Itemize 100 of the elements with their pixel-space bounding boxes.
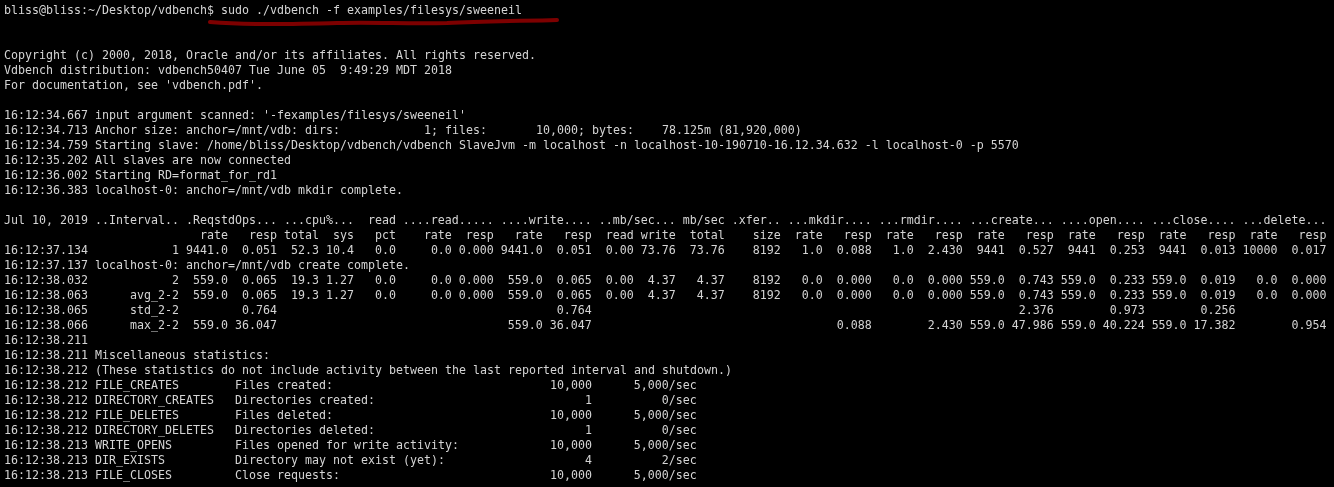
table-cell: 559.0 <box>1060 318 1096 333</box>
table-cell: 0.065 <box>241 273 277 288</box>
column-header: rate <box>794 228 823 243</box>
table-cell: 559.0 <box>507 318 543 333</box>
table-cell: 0.0 <box>430 273 452 288</box>
table-cell: 2.430 <box>927 318 963 333</box>
table-cell: 0.00 <box>605 273 634 288</box>
table-cell: 0.088 <box>836 318 872 333</box>
column-header: ...create... <box>969 213 1054 228</box>
column-header: rate <box>1067 228 1096 243</box>
column-header: read <box>367 213 396 228</box>
table-cell: 17.382 <box>1193 318 1236 333</box>
table-cell: 4.37 <box>696 288 725 303</box>
column-header: ..mb/sec... <box>598 213 676 228</box>
terminal-line: 16:12:36.383 localhost-0: anchor=/mnt/vdb mkdir complete. <box>4 183 404 198</box>
table-cell: 0.0 <box>374 273 396 288</box>
column-header: resp <box>465 228 494 243</box>
timestamp: 16:12:38.032 <box>4 273 88 288</box>
table-cell: 0.233 <box>1109 288 1145 303</box>
timestamp: 16:12:38.066 <box>4 318 88 333</box>
column-header: rate <box>199 228 228 243</box>
stat-count: 10,000 <box>549 438 592 453</box>
shell-prompt: bliss@bliss:~/Desktop/vdbench$ <box>4 3 214 17</box>
table-cell: 0.000 <box>1291 273 1327 288</box>
counter-name: FILE_DELETES <box>95 408 179 423</box>
terminal-line: 16:12:35.202 All slaves are now connected <box>4 153 292 168</box>
terminal-line: 16:12:34.667 input argument scanned: '-fexamples/filesys/sweeneil' <box>4 108 467 123</box>
table-cell: 36.047 <box>549 318 592 333</box>
table-cell: 19.3 <box>290 273 319 288</box>
table-cell: 0.527 <box>1018 243 1054 258</box>
terminal-line: 16:12:34.759 Starting slave: /home/bliss/Desktop/vdbench/vdbench SlaveJvm -m localhost -n localhost-10-190710-16.12.34.632 -l localhost-0 -p 5570 <box>4 138 1020 153</box>
timestamp: 16:12:37.134 <box>4 243 88 258</box>
column-header: write <box>640 228 676 243</box>
table-cell: 0.000 <box>836 273 872 288</box>
counter-name: DIR_EXISTS <box>95 453 165 468</box>
table-cell: 4.37 <box>647 273 676 288</box>
terminal-line: 16:12:38.211 <box>4 333 89 348</box>
table-cell: 559.0 <box>1060 288 1096 303</box>
table-cell: 0.0 <box>374 288 396 303</box>
terminal-line: Vdbench distribution: vdbench50407 Tue June 05 9:49:29 MDT 2018 <box>4 63 453 78</box>
table-cell: 73.76 <box>640 243 676 258</box>
column-header: rate <box>1249 228 1278 243</box>
table-cell: 559.0 <box>1151 318 1187 333</box>
column-header: ....read..... <box>402 213 494 228</box>
table-cell: 0.019 <box>1200 273 1236 288</box>
column-header: ..Interval.. <box>94 213 179 228</box>
stat-description: Close requests: <box>234 468 340 483</box>
table-cell: 8192 <box>752 288 781 303</box>
table-cell: 1.27 <box>325 273 354 288</box>
table-cell: 4.37 <box>647 288 676 303</box>
terminal-line: For documentation, see 'vdbench.pdf'. <box>4 78 264 93</box>
table-cell: 0.000 <box>458 273 494 288</box>
table-cell: 52.3 <box>290 243 319 258</box>
table-cell: 0.764 <box>556 303 592 318</box>
stat-rate: 0/sec <box>661 423 697 438</box>
column-header: ...rmdir.... <box>878 213 963 228</box>
stat-rate: 2/sec <box>661 453 697 468</box>
timestamp: 16:12:38.063 <box>4 288 88 303</box>
stat-rate: 0/sec <box>661 393 697 408</box>
table-cell: 559.0 <box>192 318 228 333</box>
stat-rate: 5,000/sec <box>633 408 697 423</box>
table-cell: 559.0 <box>507 288 543 303</box>
table-cell: max_2-2 <box>129 318 179 333</box>
table-cell: 0.954 <box>1291 318 1327 333</box>
timestamp: 16:12:38.212 <box>4 378 88 393</box>
table-cell: 0.973 <box>1109 303 1145 318</box>
stat-description: Directory may not exist (yet): <box>234 453 445 468</box>
terminal-line: 16:12:38.211 Miscellaneous statistics: <box>4 348 271 363</box>
terminal-line: 16:12:37.137 localhost-0: anchor=/mnt/vdb create complete. <box>4 258 411 273</box>
table-cell: 0.065 <box>556 273 592 288</box>
stat-description: Files opened for write activity: <box>234 438 459 453</box>
column-header: ....open.... <box>1060 213 1145 228</box>
terminal-line: 16:12:38.212 (These statistics do not include activity between the last reported interval and shutdown.) <box>4 363 733 378</box>
table-cell: 559.0 <box>969 318 1005 333</box>
stat-rate: 5,000/sec <box>633 378 697 393</box>
counter-name: WRITE_OPENS <box>95 438 172 453</box>
stat-count: 1 <box>584 393 592 408</box>
table-cell: 0.0 <box>430 243 452 258</box>
table-cell: 0.0 <box>1256 288 1278 303</box>
terminal-line: 16:12:34.713 Anchor size: anchor=/mnt/vdb: dirs: 1; files: 10,000; bytes: 78.125m (81,920,000) <box>4 123 803 138</box>
column-header: ...close.... <box>1151 213 1236 228</box>
table-cell: 0.743 <box>1018 288 1054 303</box>
column-header: Jul 10, 2019 <box>4 213 88 228</box>
column-header: resp <box>248 228 277 243</box>
column-header: rate <box>423 228 452 243</box>
table-cell: 559.0 <box>969 288 1005 303</box>
table-cell: 0.256 <box>1200 303 1236 318</box>
table-cell: 0.0 <box>1256 273 1278 288</box>
column-header: ...cpu%... <box>283 213 354 228</box>
table-cell: 0.0 <box>892 273 914 288</box>
table-cell: 1.27 <box>325 288 354 303</box>
column-header: .xfer.. <box>731 213 781 228</box>
column-header: sys <box>332 228 354 243</box>
table-cell: 0.051 <box>556 243 592 258</box>
column-header: mb/sec <box>682 213 725 228</box>
counter-name: FILE_CREATES <box>95 378 179 393</box>
table-cell: 0.233 <box>1109 273 1145 288</box>
table-cell: 0.088 <box>836 243 872 258</box>
column-header: total <box>689 228 725 243</box>
column-header: resp <box>934 228 963 243</box>
